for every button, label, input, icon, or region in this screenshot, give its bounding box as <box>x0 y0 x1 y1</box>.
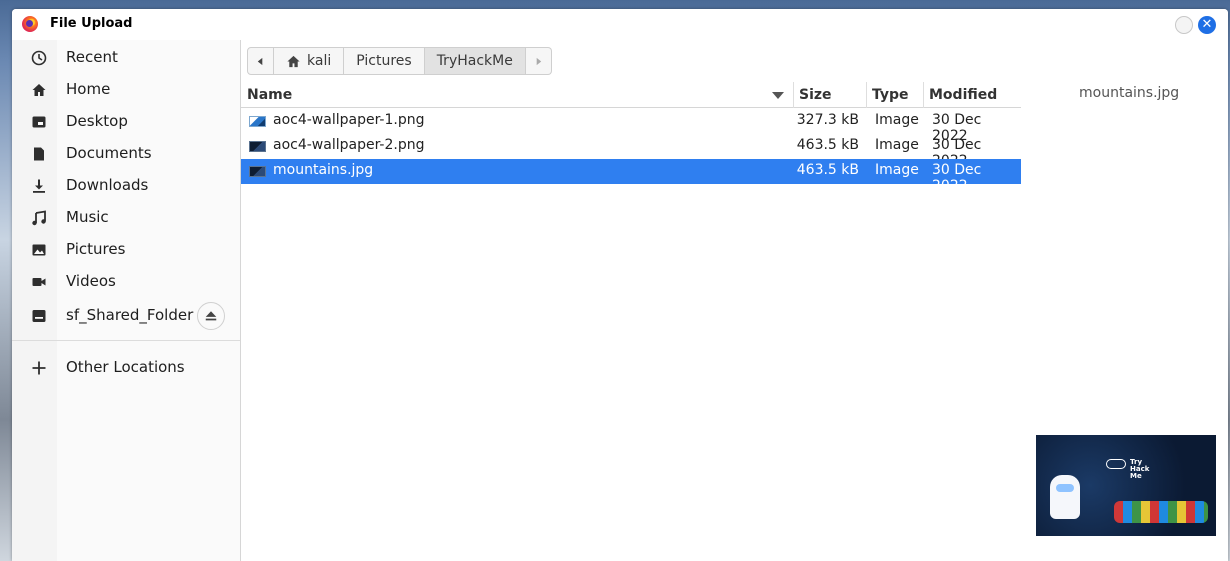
sidebar-item-shared-folder[interactable]: sf_Shared_Folder <box>12 300 240 332</box>
path-back-button[interactable] <box>247 47 274 75</box>
sidebar-item-downloads[interactable]: Downloads <box>12 170 240 202</box>
logo-lettering: Try Hack Me <box>1130 458 1150 480</box>
chevron-left-icon <box>257 57 263 65</box>
column-header-modified[interactable]: Modified <box>923 82 1021 108</box>
path-bar: kali Pictures TryHackMe <box>247 47 552 75</box>
path-segment-home[interactable]: kali <box>274 47 345 75</box>
picture-icon <box>32 244 46 256</box>
desktop-icon <box>32 116 46 128</box>
path-segment-label: kali <box>307 53 332 69</box>
path-segment-label: Pictures <box>356 53 412 69</box>
sidebar-item-videos[interactable]: Videos <box>12 266 240 298</box>
cloud-logo <box>1106 459 1126 469</box>
sidebar-item-label: Home <box>66 80 111 98</box>
sidebar-item-documents[interactable]: Documents <box>12 138 240 170</box>
column-header-size[interactable]: Size <box>793 82 866 108</box>
file-upload-dialog: File Upload ✕ Recent Home Desktop Docume… <box>12 9 1228 561</box>
file-type: Image <box>875 162 919 178</box>
column-header-type[interactable]: Type <box>866 82 923 108</box>
home-icon <box>287 55 300 67</box>
file-row[interactable]: aoc4-wallpaper-1.png 327.3 kB Image 30 D… <box>241 109 1021 144</box>
title-bar: File Upload ✕ <box>12 9 1228 40</box>
sidebar-item-label: Other Locations <box>66 358 185 376</box>
file-list: Name Size Type Modified aoc4-wallpaper-1… <box>241 82 1021 561</box>
music-icon <box>32 210 46 226</box>
sidebar-item-label: Music <box>66 208 109 226</box>
plus-icon <box>32 361 46 375</box>
eject-button[interactable] <box>197 302 225 330</box>
sidebar-item-label: Pictures <box>66 240 126 258</box>
close-icon: ✕ <box>1201 17 1213 32</box>
path-segment-pictures[interactable]: Pictures <box>344 47 425 75</box>
download-icon <box>33 179 45 193</box>
file-type: Image <box>875 137 919 153</box>
window-title: File Upload <box>50 16 133 31</box>
sidebar-item-recent[interactable]: Recent <box>12 42 240 74</box>
file-size: 463.5 kB <box>796 162 859 178</box>
sidebar-item-music[interactable]: Music <box>12 202 240 234</box>
sidebar-item-other-locations[interactable]: Other Locations <box>12 352 240 384</box>
eject-icon <box>205 311 217 321</box>
path-segment-label: TryHackMe <box>436 53 513 69</box>
sidebar-item-label: Recent <box>66 48 118 66</box>
document-icon <box>34 147 44 161</box>
sidebar-item-label: Documents <box>66 144 152 162</box>
sort-descending-icon <box>772 92 784 99</box>
elves-group <box>1114 501 1208 523</box>
sidebar-separator <box>12 340 240 341</box>
file-name: aoc4-wallpaper-2.png <box>273 137 425 153</box>
column-header-name[interactable]: Name <box>241 82 793 108</box>
preview-image: Try Hack Me <box>1036 435 1216 536</box>
file-name: mountains.jpg <box>273 162 374 178</box>
video-icon <box>32 278 46 286</box>
image-thumbnail-icon <box>249 116 266 127</box>
file-list-header: Name Size Type Modified <box>241 82 1021 108</box>
sidebar-item-pictures[interactable]: Pictures <box>12 234 240 266</box>
minimize-button[interactable] <box>1175 16 1193 34</box>
drive-icon <box>32 310 46 322</box>
image-thumbnail-icon <box>249 166 266 177</box>
sidebar-item-label: Desktop <box>66 112 128 130</box>
file-size: 327.3 kB <box>796 112 859 128</box>
chevron-right-icon <box>536 57 542 65</box>
path-forward-button[interactable] <box>525 47 552 75</box>
firefox-icon <box>22 16 38 32</box>
file-size: 463.5 kB <box>796 137 859 153</box>
file-row[interactable]: aoc4-wallpaper-2.png 463.5 kB Image 30 D… <box>241 134 1021 169</box>
clock-icon <box>31 50 47 66</box>
sidebar-item-label: Videos <box>66 272 116 290</box>
home-icon <box>32 84 46 96</box>
file-name: aoc4-wallpaper-1.png <box>273 112 425 128</box>
file-row-selected[interactable]: mountains.jpg 463.5 kB Image 30 Dec 2022 <box>241 159 1021 194</box>
path-segment-tryhackme[interactable]: TryHackMe <box>424 47 526 75</box>
sidebar-item-label: sf_Shared_Folder <box>66 306 194 324</box>
image-thumbnail-icon <box>249 141 266 152</box>
yeti-figure <box>1050 475 1080 519</box>
preview-filename: mountains.jpg <box>1079 85 1180 101</box>
places-sidebar: Recent Home Desktop Documents Downloads … <box>12 40 241 561</box>
file-type: Image <box>875 112 919 128</box>
close-button[interactable]: ✕ <box>1198 16 1216 34</box>
file-modified: 30 Dec 2022 <box>932 162 982 194</box>
sidebar-item-label: Downloads <box>66 176 149 194</box>
sidebar-item-home[interactable]: Home <box>12 74 240 106</box>
sidebar-item-desktop[interactable]: Desktop <box>12 106 240 138</box>
